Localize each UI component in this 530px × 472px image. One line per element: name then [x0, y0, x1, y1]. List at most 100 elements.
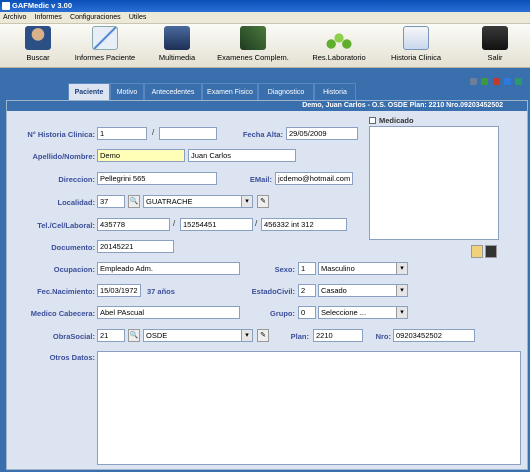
direccion-field[interactable]: Pellegrini 565 — [97, 172, 217, 185]
window-title: GAFMedic v 3.00 — [12, 1, 73, 10]
power-icon — [482, 26, 508, 50]
localidad-code-field[interactable]: 37 — [97, 195, 125, 208]
person-search-icon — [25, 26, 51, 50]
res-laboratorio-label: Res.Laboratorio — [312, 53, 366, 62]
ocupacion-field[interactable]: Empleado Adm. — [97, 262, 240, 275]
email-field[interactable]: jcdemo@hotmail.com — [275, 172, 353, 185]
menu-informes[interactable]: Informes — [32, 12, 65, 24]
nro-field[interactable]: 09203452502 — [393, 329, 475, 342]
help-icon[interactable] — [515, 78, 522, 85]
celular-field[interactable]: 15254451 — [180, 218, 253, 231]
nro-label: Nro: — [375, 332, 391, 341]
tel-separator-1: / — [173, 219, 176, 228]
tab-motivo[interactable]: Motivo — [110, 83, 144, 101]
estado-civil-label: EstadoCivil: — [251, 287, 295, 296]
fecha-alta-label: Fecha Alta: — [242, 130, 283, 139]
nombre-field[interactable]: Juan Carlos — [188, 149, 296, 162]
examenes-complem-button[interactable]: Examenes Complem. — [217, 26, 289, 62]
obra-social-label: ObraSocial: — [52, 332, 95, 341]
multimedia-icon — [164, 26, 190, 50]
historia-clinica-label: Historia Clinica — [390, 53, 441, 62]
obra-social-select[interactable]: OSDE — [143, 329, 253, 342]
menu-archivo[interactable]: Archivo — [0, 12, 29, 24]
informes-paciente-label: Informes Paciente — [74, 53, 136, 62]
edit-localidad-icon[interactable]: ✎ — [257, 195, 269, 208]
panel-icons — [468, 78, 522, 87]
plan-label: Plan: — [290, 332, 309, 341]
search-localidad-icon[interactable]: 🔍 — [128, 195, 140, 208]
laboral-field[interactable]: 456332 int 312 — [261, 218, 347, 231]
main-panel: Paciente Motivo Antecedentes Examen Fisi… — [0, 68, 530, 472]
multimedia-button[interactable]: Multimedia — [155, 26, 199, 62]
menu-configuraciones[interactable]: Configuraciones — [67, 12, 124, 24]
sexo-select[interactable]: Masculino — [318, 262, 408, 275]
print-icon[interactable] — [470, 78, 478, 85]
fec-nacimiento-field[interactable]: 15/03/1972 — [97, 284, 141, 297]
medico-cabecera-field[interactable]: Abel PAscual — [97, 306, 240, 319]
otros-datos-textarea[interactable] — [97, 351, 521, 465]
tab-examen-fisico[interactable]: Examen Fisico — [202, 83, 258, 101]
save-icon[interactable] — [481, 78, 489, 85]
buscar-button[interactable]: Buscar — [20, 26, 56, 62]
tab-diagnostico[interactable]: Diagnostico — [258, 83, 314, 101]
estado-civil-code-field[interactable]: 2 — [298, 284, 316, 297]
sexo-label: Sexo: — [274, 265, 295, 274]
direccion-label: Direccion: — [58, 175, 95, 184]
delete-icon[interactable] — [492, 78, 500, 85]
historia-label: N° Historia Clinica: — [27, 130, 95, 139]
apellido-label: Apellido/Nombre: — [32, 152, 95, 161]
telefono-field[interactable]: 435778 — [97, 218, 170, 231]
documento-label: Documento: — [51, 243, 95, 252]
grupo-code-field[interactable]: 0 — [298, 306, 316, 319]
medicado-checkbox[interactable] — [369, 117, 376, 124]
obra-social-code-field[interactable]: 21 — [97, 329, 125, 342]
apellido-field[interactable]: Demo — [97, 149, 185, 162]
edad-text: 37 años — [147, 287, 175, 296]
pen-document-icon — [92, 26, 118, 50]
camera-icon[interactable] — [485, 245, 497, 258]
exam-chart-icon — [240, 26, 266, 50]
tel-separator-2: / — [255, 219, 258, 228]
tab-antecedentes[interactable]: Antecedentes — [144, 83, 202, 101]
historia-clinica-button[interactable]: Historia Clinica — [386, 26, 446, 62]
app-icon — [2, 2, 10, 10]
fecha-alta-field[interactable]: 29/05/2009 — [286, 127, 358, 140]
patient-photo — [369, 126, 499, 240]
menu-utiles[interactable]: Utiles — [126, 12, 150, 24]
edit-obra-social-icon[interactable]: ✎ — [257, 329, 269, 342]
grupo-select[interactable]: Seleccione ... — [318, 306, 408, 319]
examenes-complem-label: Examenes Complem. — [217, 53, 289, 62]
historia-field-1[interactable]: 1 — [97, 127, 147, 140]
historia-field-2[interactable] — [159, 127, 217, 140]
informes-paciente-button[interactable]: Informes Paciente — [70, 26, 140, 62]
email-label: EMail: — [249, 175, 272, 184]
buscar-label: Buscar — [26, 53, 50, 62]
open-folder-icon[interactable] — [471, 245, 483, 258]
localidad-select[interactable]: GUATRACHE — [143, 195, 253, 208]
medicado-label: Medicado — [379, 116, 414, 125]
historia-separator: / — [152, 128, 155, 137]
molecule-icon — [326, 26, 352, 50]
clipboard-icon — [403, 26, 429, 50]
tab-historia[interactable]: Historia — [314, 83, 356, 101]
info-icon[interactable] — [503, 78, 511, 85]
toolbar: Buscar Informes Paciente Multimedia Exam… — [0, 24, 530, 68]
estado-civil-select[interactable]: Casado — [318, 284, 408, 297]
localidad-label: Localidad: — [57, 198, 95, 207]
res-laboratorio-button[interactable]: Res.Laboratorio — [307, 26, 371, 62]
menu-bar: Archivo Informes Configuraciones Utiles — [0, 12, 530, 24]
patient-form: Demo, Juan Carlos - O.S. OSDE Plan: 2210… — [6, 100, 528, 470]
telefono-label: Tel./Cel/Laboral: — [37, 221, 95, 230]
search-obra-social-icon[interactable]: 🔍 — [128, 329, 140, 342]
medico-cabecera-label: Medico Cabecera: — [30, 309, 95, 318]
salir-button[interactable]: Salir — [479, 26, 511, 62]
sexo-code-field[interactable]: 1 — [298, 262, 316, 275]
documento-field[interactable]: 20145221 — [97, 240, 174, 253]
fec-nacimiento-label: Fec.Nacimiento: — [37, 287, 95, 296]
plan-field[interactable]: 2210 — [313, 329, 363, 342]
ocupacion-label: Ocupacion: — [53, 265, 95, 274]
tab-paciente[interactable]: Paciente — [68, 83, 110, 101]
grupo-label: Grupo: — [270, 309, 295, 318]
multimedia-label: Multimedia — [158, 53, 196, 62]
otros-datos-label: Otros Datos: — [49, 353, 95, 362]
